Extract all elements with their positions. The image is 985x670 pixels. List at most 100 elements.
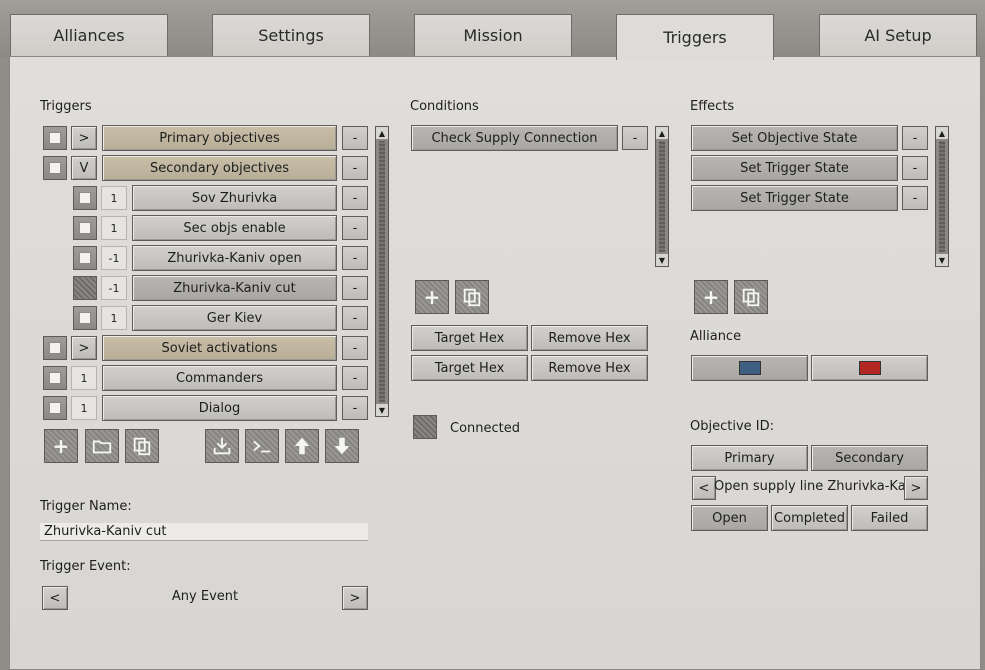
trigger-enable-checkbox[interactable] [73, 246, 97, 270]
group-toggle-button[interactable]: > [71, 336, 97, 360]
trigger-remove-button[interactable]: - [342, 186, 368, 210]
remove-hex-button[interactable]: Remove Hex [531, 355, 648, 381]
trigger-item[interactable]: Commanders [102, 365, 337, 391]
console-icon[interactable] [245, 429, 279, 463]
trigger-remove-button[interactable]: - [342, 306, 368, 330]
plus-icon[interactable]: + [44, 429, 78, 463]
state-completed-button[interactable]: Completed [771, 505, 848, 531]
copy-icon[interactable] [455, 280, 489, 314]
copy-icon[interactable] [125, 429, 159, 463]
trigger-group[interactable]: Primary objectives [102, 125, 337, 151]
objective-primary-button[interactable]: Primary [691, 445, 808, 471]
plus-icon[interactable]: + [415, 280, 449, 314]
remove-hex-button[interactable]: Remove Hex [531, 325, 648, 351]
trigger-name-label: Trigger Name: [40, 499, 132, 514]
copy-icon[interactable] [734, 280, 768, 314]
trigger-item[interactable]: Sec objs enable [132, 215, 337, 241]
effect-remove-button[interactable]: - [902, 126, 928, 150]
trigger-list-scrollbar[interactable]: ▲ ▼ [375, 126, 389, 417]
tab-ai-setup[interactable]: AI Setup [819, 14, 977, 56]
trigger-count: -1 [101, 246, 127, 270]
effect-remove-button[interactable]: - [902, 156, 928, 180]
conditions-scrollbar[interactable]: ▲ ▼ [655, 126, 669, 267]
trigger-count: 1 [101, 216, 127, 240]
state-failed-button[interactable]: Failed [851, 505, 928, 531]
trigger-remove-button[interactable]: - [342, 366, 368, 390]
alliance-red-button[interactable] [811, 355, 928, 381]
effect-item[interactable]: Set Trigger State [691, 185, 898, 211]
objective-secondary-button[interactable]: Secondary [811, 445, 928, 471]
group-toggle-button[interactable]: > [71, 126, 97, 150]
trigger-group[interactable]: Secondary objectives [102, 155, 337, 181]
event-prev-button[interactable]: < [42, 586, 68, 610]
trigger-enable-checkbox[interactable] [43, 396, 67, 420]
trigger-enable-checkbox[interactable] [43, 366, 67, 390]
tab-triggers[interactable]: Triggers [616, 14, 774, 60]
effect-item[interactable]: Set Objective State [691, 125, 898, 151]
objective-next-button[interactable]: > [904, 476, 928, 500]
trigger-remove-button[interactable]: - [342, 216, 368, 240]
tab-mission[interactable]: Mission [414, 14, 572, 56]
connected-checkbox[interactable] [413, 415, 437, 439]
copy-icon-svg [133, 437, 151, 456]
checkbox-inner [79, 222, 91, 234]
trigger-enable-checkbox[interactable] [73, 306, 97, 330]
trigger-remove-button[interactable]: - [342, 336, 368, 360]
scroll-down-icon[interactable]: ▼ [656, 254, 668, 266]
trigger-enable-checkbox[interactable] [43, 126, 67, 150]
scroll-down-icon[interactable]: ▼ [936, 254, 948, 266]
target-hex-button[interactable]: Target Hex [411, 355, 528, 381]
trigger-name-input[interactable]: Zhurivka-Kaniv cut [40, 523, 368, 541]
trigger-enable-checkbox[interactable] [73, 186, 97, 210]
trigger-item[interactable]: Dialog [102, 395, 337, 421]
scroll-up-icon[interactable]: ▲ [376, 127, 388, 139]
folder-icon[interactable] [85, 429, 119, 463]
plus-icon[interactable]: + [694, 280, 728, 314]
scroll-track[interactable] [939, 141, 945, 252]
alliance-blue-button[interactable] [691, 355, 808, 381]
trigger-remove-button[interactable]: - [342, 396, 368, 420]
event-next-button[interactable]: > [342, 586, 368, 610]
trigger-enable-checkbox[interactable] [43, 336, 67, 360]
condition-item[interactable]: Check Supply Connection [411, 125, 618, 151]
trigger-remove-button[interactable]: - [342, 246, 368, 270]
arrow-down-icon-svg [334, 437, 350, 455]
state-open-button[interactable]: Open [691, 505, 768, 531]
trigger-enable-checkbox[interactable] [43, 156, 67, 180]
trigger-remove-button[interactable]: - [342, 156, 368, 180]
import-icon[interactable] [205, 429, 239, 463]
scroll-down-icon[interactable]: ▼ [376, 404, 388, 416]
trigger-enable-checkbox[interactable] [73, 216, 97, 240]
arrow-up-icon-svg [294, 437, 310, 455]
trigger-count: 1 [71, 366, 97, 390]
effect-remove-button[interactable]: - [902, 186, 928, 210]
tab-settings[interactable]: Settings [212, 14, 370, 56]
minus-label: - [632, 130, 638, 146]
scroll-track[interactable] [379, 141, 385, 402]
trigger-group[interactable]: Soviet activations [102, 335, 337, 361]
arrow-up-icon[interactable] [285, 429, 319, 463]
trigger-item[interactable]: Zhurivka-Kaniv open [132, 245, 337, 271]
tab-label: Triggers [663, 28, 727, 47]
trigger-remove-button[interactable]: - [342, 276, 368, 300]
folder-icon-svg [92, 440, 112, 454]
condition-remove-button[interactable]: - [622, 126, 648, 150]
trigger-remove-button[interactable]: - [342, 126, 368, 150]
effects-scrollbar[interactable]: ▲ ▼ [935, 126, 949, 267]
arrow-down-icon[interactable] [325, 429, 359, 463]
trigger-enable-checkbox[interactable] [73, 276, 97, 300]
objective-prev-button[interactable]: < [692, 476, 716, 500]
target-hex-button[interactable]: Target Hex [411, 325, 528, 351]
checkbox-inner [79, 192, 91, 204]
trigger-item[interactable]: Sov Zhurivka [132, 185, 337, 211]
group-toggle-button[interactable]: V [71, 156, 97, 180]
scroll-up-icon[interactable]: ▲ [656, 127, 668, 139]
checkbox-inner [49, 402, 61, 414]
scroll-track[interactable] [659, 141, 665, 252]
import-icon-svg [213, 437, 231, 455]
tab-alliances[interactable]: Alliances [10, 14, 168, 56]
scroll-up-icon[interactable]: ▲ [936, 127, 948, 139]
effect-item[interactable]: Set Trigger State [691, 155, 898, 181]
trigger-item[interactable]: Zhurivka-Kaniv cut [132, 275, 337, 301]
trigger-item[interactable]: Ger Kiev [132, 305, 337, 331]
